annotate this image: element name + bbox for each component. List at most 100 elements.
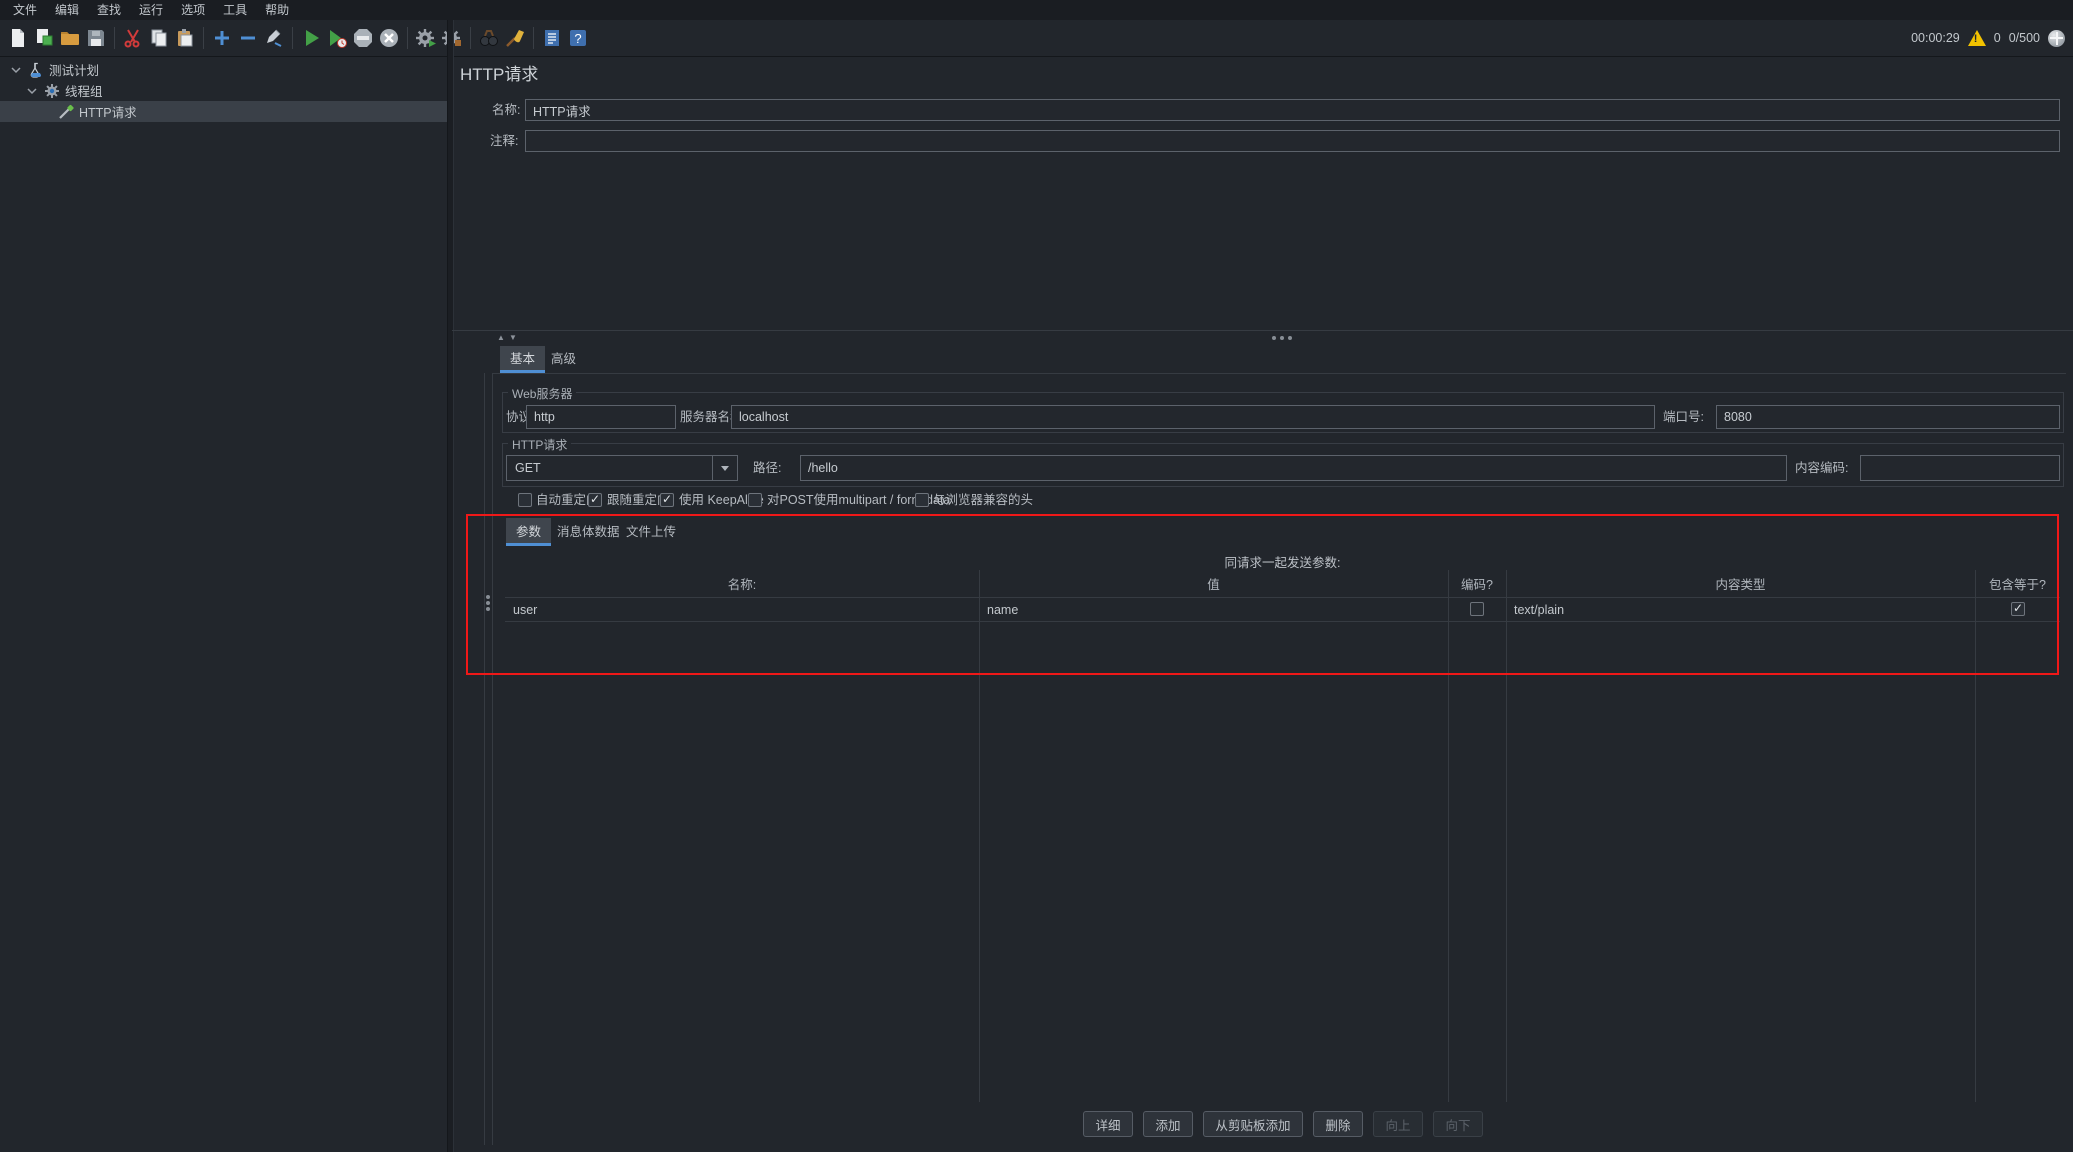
splitter-grip-icon[interactable] xyxy=(1272,336,1276,340)
protocol-input[interactable] xyxy=(526,405,676,429)
add-from-clipboard-button[interactable]: 从剪贴板添加 xyxy=(1203,1111,1303,1137)
path-label: 路径: xyxy=(753,455,781,481)
copy-icon[interactable] xyxy=(147,26,171,50)
tree-item-http-request[interactable]: HTTP请求 xyxy=(0,101,447,122)
param-value-cell[interactable]: name xyxy=(987,599,1442,621)
menu-help[interactable]: 帮助 xyxy=(256,0,298,20)
add-element-icon[interactable] xyxy=(210,26,234,50)
header-row-divider xyxy=(505,597,2060,598)
splitter-expand-icon[interactable]: ▼ xyxy=(509,334,517,342)
param-content-type-cell[interactable]: text/plain xyxy=(1514,599,1969,621)
error-count: 0 xyxy=(1994,31,2001,45)
tree-item-test-plan[interactable]: 测试计划 xyxy=(0,59,447,80)
start-no-pauses-icon[interactable] xyxy=(325,26,349,50)
column-divider[interactable] xyxy=(1975,570,1976,1102)
paste-icon[interactable] xyxy=(173,26,197,50)
auto-redirects-checkbox[interactable] xyxy=(518,493,532,507)
tree-item-thread-group[interactable]: 线程组 xyxy=(0,80,447,101)
menu-search[interactable]: 查找 xyxy=(88,0,130,20)
chevron-down-icon[interactable] xyxy=(10,65,22,75)
menu-tools[interactable]: 工具 xyxy=(214,0,256,20)
splitter-line xyxy=(452,330,2073,331)
port-label: 端口号: xyxy=(1663,405,1704,429)
clear-all-icon[interactable] xyxy=(503,26,527,50)
start-icon[interactable] xyxy=(299,26,323,50)
browser-compatible-checkbox[interactable] xyxy=(915,493,929,507)
column-header-include-equals: 包含等于? xyxy=(1975,574,2060,596)
help-icon[interactable]: ? xyxy=(566,26,590,50)
toolbar-separator xyxy=(114,27,115,49)
splitter-collapse-icon[interactable]: ▲ xyxy=(497,334,505,342)
thread-count: 0/500 xyxy=(2009,31,2040,45)
tab-basic[interactable]: 基本 xyxy=(500,346,545,373)
search-icon[interactable] xyxy=(477,26,501,50)
page-title: HTTP请求 xyxy=(460,60,538,85)
port-input[interactable] xyxy=(1716,405,2060,429)
toolbar-separator xyxy=(533,27,534,49)
stop-icon[interactable] xyxy=(351,26,375,50)
column-divider[interactable] xyxy=(1506,570,1507,1102)
menu-options[interactable]: 选项 xyxy=(172,0,214,20)
templates-icon[interactable] xyxy=(32,26,56,50)
test-plan-icon xyxy=(28,62,44,78)
detail-button[interactable]: 详细 xyxy=(1083,1111,1133,1137)
thread-group-icon xyxy=(44,83,60,99)
path-input[interactable] xyxy=(800,455,1787,481)
cut-icon[interactable] xyxy=(121,26,145,50)
column-header-name: 名称: xyxy=(505,574,979,596)
chevron-down-icon[interactable] xyxy=(26,86,38,96)
table-grip-icon[interactable] xyxy=(486,595,490,599)
column-divider[interactable] xyxy=(1448,570,1449,1102)
method-select[interactable]: GET xyxy=(506,455,738,481)
param-encode-checkbox[interactable] xyxy=(1470,602,1484,616)
keepalive-checkbox[interactable] xyxy=(660,493,674,507)
remote-start-all-icon[interactable] xyxy=(414,26,438,50)
column-divider[interactable] xyxy=(979,570,980,1102)
method-value: GET xyxy=(507,461,712,475)
column-header-content-type: 内容类型 xyxy=(1506,574,1975,596)
menu-file[interactable]: 文件 xyxy=(4,0,46,20)
tab-pane-border xyxy=(493,373,2066,374)
tab-parameters[interactable]: 参数 xyxy=(506,518,551,546)
tree-item-label: HTTP请求 xyxy=(79,102,137,121)
toolbar-separator xyxy=(203,27,204,49)
menu-bar: 文件 编辑 查找 运行 选项 工具 帮助 xyxy=(0,0,2073,20)
svg-text:?: ? xyxy=(574,31,581,46)
comment-input[interactable] xyxy=(525,130,2060,152)
delete-button[interactable]: 删除 xyxy=(1313,1111,1363,1137)
tree-item-label: 线程组 xyxy=(65,81,103,100)
multipart-checkbox[interactable] xyxy=(748,493,762,507)
open-file-icon[interactable] xyxy=(58,26,82,50)
row-divider xyxy=(505,621,2060,622)
menu-edit[interactable]: 编辑 xyxy=(46,0,88,20)
server-name-input[interactable] xyxy=(731,405,1655,429)
shutdown-icon[interactable] xyxy=(377,26,401,50)
elapsed-timer: 00:00:29 xyxy=(1911,31,1960,45)
tab-files-upload[interactable]: 文件上传 xyxy=(616,518,686,546)
menu-run[interactable]: 运行 xyxy=(130,0,172,20)
tree-item-label: 测试计划 xyxy=(49,60,99,79)
tree-panel-splitter[interactable] xyxy=(447,20,454,1152)
pane-left-border xyxy=(484,373,485,1145)
add-button[interactable]: 添加 xyxy=(1143,1111,1193,1137)
tab-advanced[interactable]: 高级 xyxy=(541,346,586,373)
method-dropdown-button[interactable] xyxy=(712,456,737,480)
name-input[interactable] xyxy=(525,99,2060,121)
toolbar: ? xyxy=(0,20,2073,57)
follow-redirects-checkbox[interactable] xyxy=(588,493,602,507)
param-name-cell[interactable]: user xyxy=(513,599,973,621)
warning-icon[interactable] xyxy=(1968,30,1986,46)
new-file-icon[interactable] xyxy=(6,26,30,50)
name-label: 名称: xyxy=(492,99,520,121)
move-down-button: 向下 xyxy=(1433,1111,1483,1137)
edit-icon[interactable] xyxy=(262,26,286,50)
remove-element-icon[interactable] xyxy=(236,26,260,50)
toolbar-separator xyxy=(407,27,408,49)
view-log-icon[interactable] xyxy=(540,26,564,50)
chevron-down-icon xyxy=(721,466,729,471)
toolbar-separator xyxy=(292,27,293,49)
param-include-equals-checkbox[interactable] xyxy=(2011,602,2025,616)
content-encoding-input[interactable] xyxy=(1860,455,2060,481)
browser-compatible-label: 与浏览器兼容的头 xyxy=(933,493,1033,507)
save-icon[interactable] xyxy=(84,26,108,50)
